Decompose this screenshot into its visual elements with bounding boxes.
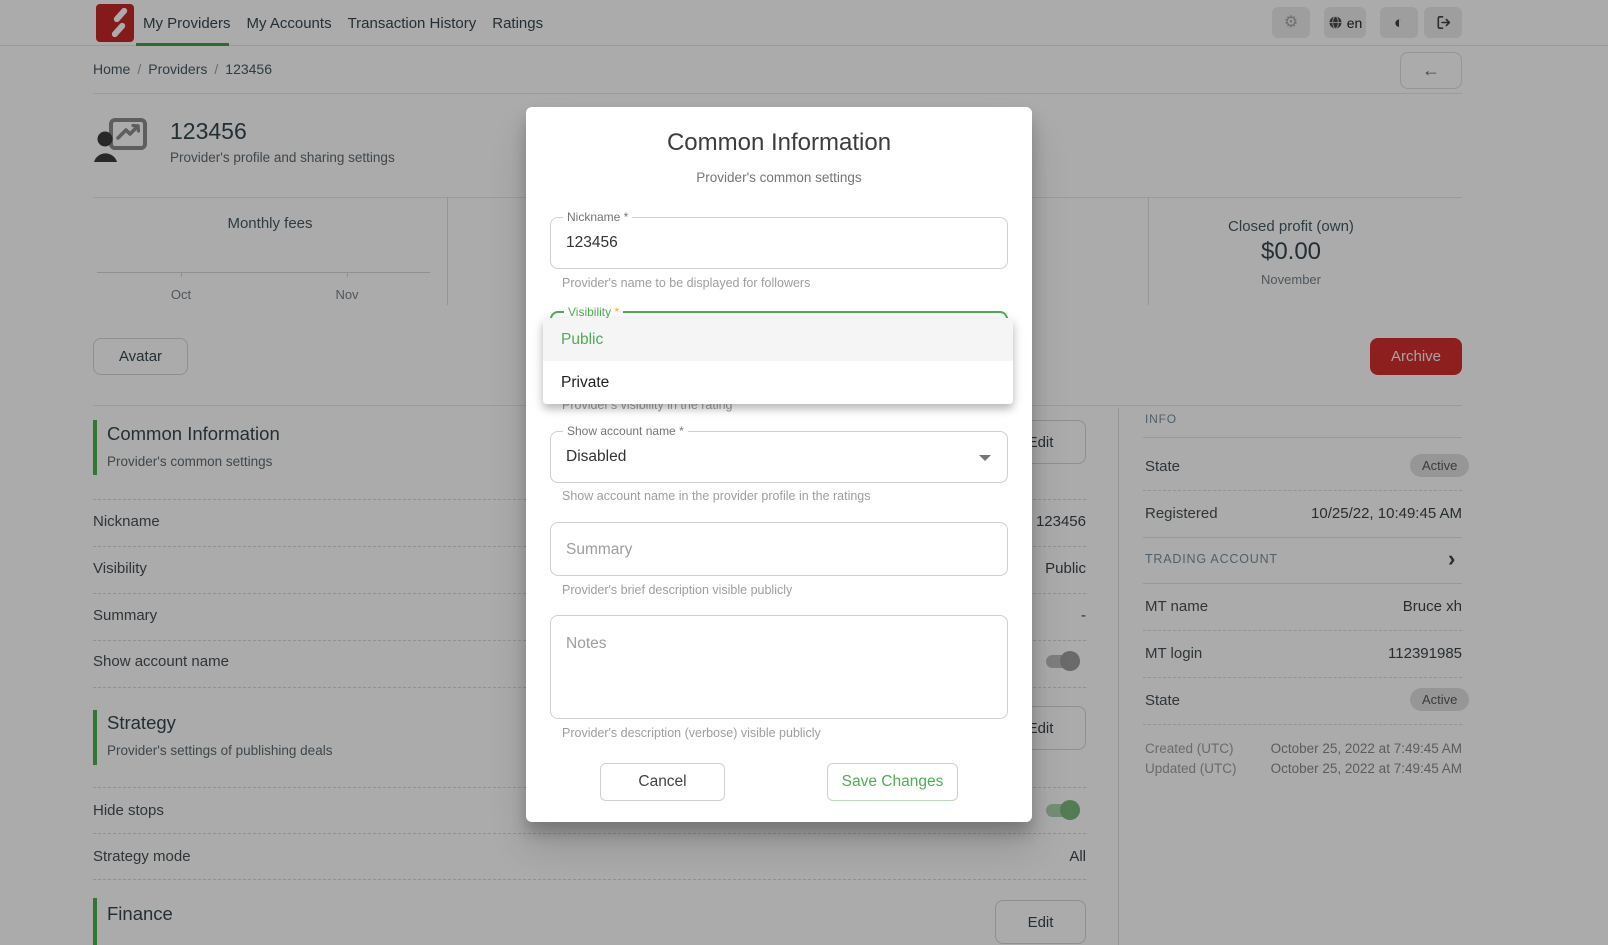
show-account-name-helper: Show account name in the provider profil… — [562, 489, 871, 503]
show-account-name-select[interactable]: Show account name * Disabled — [550, 431, 1008, 483]
dialog-title: Common Information — [526, 129, 1032, 157]
show-account-name-label: Show account name * — [563, 424, 688, 439]
select-caret-icon — [979, 455, 991, 461]
show-account-name-value: Disabled — [566, 448, 626, 466]
save-changes-button[interactable]: Save Changes — [827, 763, 958, 801]
nickname-field-label: Nickname * — [563, 210, 632, 225]
nickname-field-value: 123456 — [566, 234, 618, 252]
summary-placeholder: Summary — [566, 541, 632, 559]
dialog-subtitle: Provider's common settings — [526, 170, 1032, 185]
notes-placeholder: Notes — [566, 635, 607, 653]
notes-textarea[interactable]: Notes — [550, 615, 1008, 719]
summary-input[interactable]: Summary — [550, 522, 1008, 576]
summary-helper: Provider's brief description visible pub… — [562, 583, 792, 597]
dropdown-option-public[interactable]: Public — [543, 318, 1013, 361]
notes-helper: Provider's description (verbose) visible… — [562, 726, 821, 740]
page: My Providers My Accounts Transaction His… — [0, 0, 1608, 945]
dropdown-option-private[interactable]: Private — [543, 361, 1013, 404]
nickname-helper: Provider's name to be displayed for foll… — [562, 276, 810, 290]
nickname-field[interactable]: Nickname * 123456 — [550, 217, 1008, 269]
visibility-dropdown-menu: Public Private — [543, 318, 1013, 404]
common-information-dialog: Common Information Provider's common set… — [526, 107, 1032, 822]
cancel-button[interactable]: Cancel — [600, 763, 725, 801]
